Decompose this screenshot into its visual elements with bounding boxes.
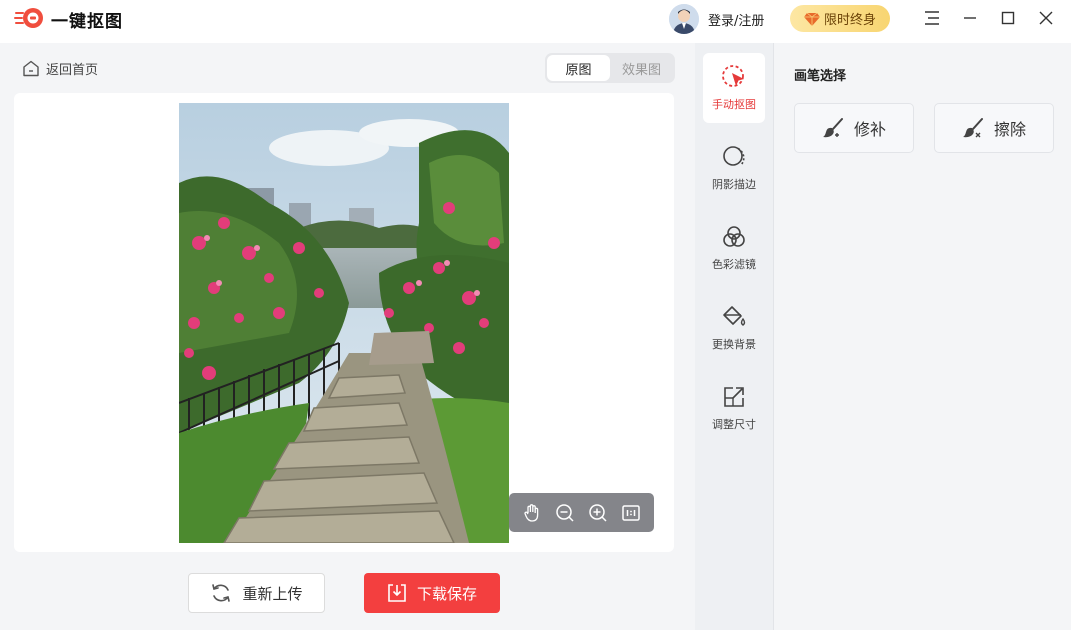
app-title: 一键抠图 [51, 12, 123, 32]
photo-illustration [179, 103, 509, 543]
panel-title: 画笔选择 [794, 69, 847, 84]
repair-brush-button[interactable]: 修补 [794, 103, 914, 153]
tool-rail: 手动抠图 阴影描边 色彩滤镜 更换背景 调整尺寸 [695, 43, 774, 630]
avatar[interactable] [669, 4, 699, 34]
shadow-outline-icon [723, 146, 745, 166]
tool-label: 更换背景 [712, 338, 756, 351]
fit-1to1-icon [622, 504, 641, 521]
view-toggle: 原图 效果图 [545, 53, 675, 83]
login-register-link[interactable]: 登录/注册 [708, 10, 764, 29]
cursor-select-icon [722, 65, 744, 87]
title-bar: 一键抠图 登录/注册 限时终身 [0, 0, 1071, 43]
home-icon [23, 60, 39, 77]
tool-color-filter[interactable]: 色彩滤镜 [703, 213, 765, 283]
zoom-out-button[interactable] [552, 500, 578, 526]
maximize-icon [1001, 11, 1015, 25]
tool-label: 色彩滤镜 [712, 258, 756, 271]
download-label: 下载保存 [416, 584, 477, 603]
reupload-label: 重新上传 [242, 584, 303, 603]
app-logo-icon [14, 8, 43, 28]
back-home-link[interactable]: 返回首页 [22, 59, 98, 78]
vip-label: 限时终身 [824, 13, 877, 28]
close-button[interactable] [1036, 8, 1056, 28]
original-view-tab[interactable]: 原图 [547, 55, 610, 81]
tool-label: 阴影描边 [712, 178, 756, 191]
pan-hand-button[interactable] [519, 500, 545, 526]
tool-shadow-outline[interactable]: 阴影描边 [703, 133, 765, 203]
refresh-icon [212, 584, 231, 602]
effect-view-tab[interactable]: 效果图 [610, 55, 673, 81]
actual-size-button[interactable] [618, 500, 644, 526]
erase-label: 擦除 [993, 120, 1026, 139]
hand-icon [523, 503, 538, 522]
paint-bucket-icon [723, 306, 746, 326]
garden-path-photo [179, 103, 509, 543]
reupload-button[interactable]: 重新上传 [188, 573, 325, 613]
erase-brush-button[interactable]: 擦除 [934, 103, 1054, 153]
tool-resize[interactable]: 调整尺寸 [703, 373, 765, 443]
close-icon [1039, 11, 1053, 25]
diamond-icon [804, 12, 820, 26]
minimize-icon [964, 17, 976, 19]
minimize-button[interactable] [960, 8, 980, 28]
eraser-brush-icon [962, 118, 983, 138]
user-avatar-icon [669, 4, 699, 34]
color-filter-icon [723, 226, 745, 247]
tool-manual-cutout[interactable]: 手动抠图 [703, 53, 765, 123]
download-save-button[interactable]: 下载保存 [364, 573, 500, 613]
tool-label: 调整尺寸 [712, 418, 756, 431]
image-canvas[interactable] [14, 93, 674, 552]
repair-label: 修补 [853, 120, 886, 139]
tool-change-background[interactable]: 更换背景 [703, 293, 765, 363]
resize-icon [724, 387, 744, 407]
vip-lifetime-button[interactable]: 限时终身 [790, 5, 890, 32]
maximize-button[interactable] [998, 8, 1018, 28]
brush-icon [822, 118, 843, 138]
zoom-out-icon [556, 503, 574, 522]
download-icon [388, 584, 406, 602]
menu-button[interactable] [922, 8, 942, 28]
tool-label: 手动抠图 [712, 98, 756, 111]
zoom-in-icon [589, 503, 607, 522]
zoom-toolbar [509, 493, 654, 532]
menu-icon [925, 11, 939, 25]
back-home-label: 返回首页 [46, 63, 99, 78]
brush-panel: 画笔选择 修补 擦除 [775, 43, 1071, 630]
zoom-in-button[interactable] [585, 500, 611, 526]
